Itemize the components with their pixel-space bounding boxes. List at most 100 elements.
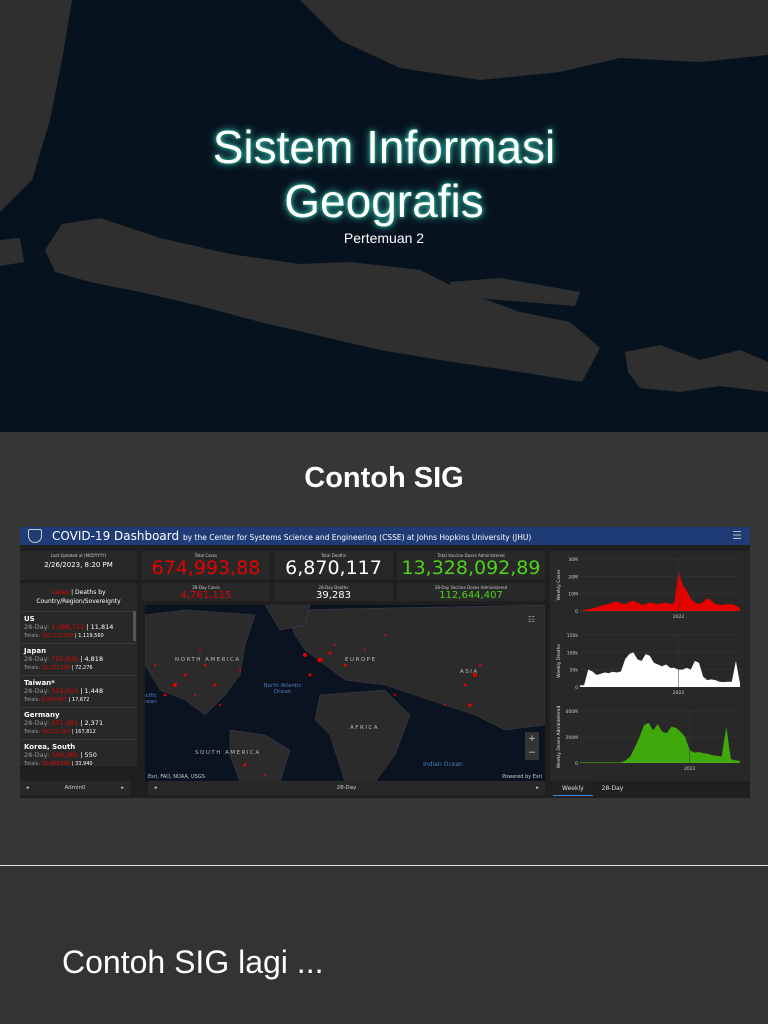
area-series[interactable] bbox=[580, 571, 740, 611]
dashboard-byline: by the Center for Systems Science and En… bbox=[182, 533, 532, 542]
last-updated-label: Last Updated at (M/D/YYYY) bbox=[50, 553, 107, 558]
case-dot[interactable] bbox=[334, 644, 336, 646]
cases-total: 30,489,666 bbox=[41, 761, 71, 766]
charts-panel: 0 10M 20M 30M 2022 Weekly Cases 0 50k 100k 150k 20… bbox=[550, 551, 750, 781]
zoom-out-icon[interactable]: − bbox=[525, 746, 539, 760]
case-dot[interactable] bbox=[173, 683, 177, 687]
case-dot[interactable] bbox=[264, 774, 266, 776]
case-dot[interactable] bbox=[308, 673, 312, 677]
prev-arrow-icon[interactable]: ◂ bbox=[26, 781, 29, 795]
list-item[interactable]: Japan 28-Day: 752,935 | 4,818 Totals: 33,2… bbox=[20, 643, 137, 675]
cases-total: 103,372,978 bbox=[41, 633, 74, 639]
label-atlantic: North Atlantic Ocean bbox=[263, 683, 302, 695]
title-line-1: Sistem Informasi bbox=[212, 121, 556, 173]
case-dot[interactable] bbox=[364, 649, 366, 651]
next-arrow-icon[interactable]: ▸ bbox=[121, 781, 124, 795]
country-name: Germany bbox=[24, 711, 60, 719]
y-tick-label: 10M bbox=[568, 592, 578, 598]
case-dot[interactable] bbox=[463, 683, 467, 687]
slide-title: Sistem Informasi Geografis bbox=[0, 120, 768, 228]
left-nav-label: Admin0 bbox=[64, 785, 86, 791]
total-deaths-value: 6,870,117 bbox=[285, 557, 382, 579]
y-axis-label: Weekly Deaths bbox=[556, 644, 562, 678]
case-dot[interactable] bbox=[194, 694, 196, 696]
case-dot[interactable] bbox=[154, 664, 156, 666]
case-dot[interactable] bbox=[394, 694, 396, 696]
case-dot[interactable] bbox=[213, 683, 217, 687]
deaths-28-panel: 28-Day Deaths 39,283 bbox=[274, 583, 393, 601]
zoom-control[interactable]: + − bbox=[525, 732, 539, 760]
tab-weekly[interactable]: Weekly bbox=[553, 782, 593, 796]
legend-list-icon[interactable]: ☷ bbox=[528, 615, 535, 624]
cases-total: 38,111,063 bbox=[41, 729, 71, 735]
dashboard-title: COVID-19 Dashboard bbox=[52, 529, 180, 543]
deaths-28: 11,814 bbox=[90, 623, 114, 631]
label-asia: ASIA bbox=[460, 669, 479, 675]
case-dot[interactable] bbox=[243, 763, 247, 767]
last-updated-value: 2/26/2023, 8:20 PM bbox=[44, 561, 113, 569]
map-prev-arrow-icon[interactable]: ◂ bbox=[154, 781, 157, 795]
zoom-in-icon[interactable]: + bbox=[525, 732, 539, 746]
y-axis-label: Weekly Cases bbox=[556, 569, 562, 601]
dashboard-header: COVID-19 Dashboard by the Center for Sys… bbox=[20, 527, 750, 545]
country-name: Korea, South bbox=[24, 743, 76, 751]
case-dot[interactable] bbox=[163, 693, 167, 697]
list-item[interactable]: Germany 28-Day: 371,591 | 2,371 Totals: 38… bbox=[20, 707, 137, 739]
deaths-total: 167,812 bbox=[75, 729, 96, 735]
case-dot[interactable] bbox=[468, 703, 472, 707]
case-dot[interactable] bbox=[239, 669, 241, 671]
cases-28: 515,013 bbox=[51, 687, 79, 695]
map-next-arrow-icon[interactable]: ▸ bbox=[536, 781, 539, 795]
list-item[interactable]: US 28-Day: 1,098,712 | 11,814 Totals: 103,… bbox=[20, 611, 137, 643]
menu-icon[interactable]: ☰ bbox=[732, 527, 742, 545]
case-dot[interactable] bbox=[384, 634, 386, 636]
totals-label: Totals: bbox=[24, 665, 42, 671]
y-tick-label: 100k bbox=[567, 650, 579, 656]
deaths-28: 550 bbox=[84, 751, 97, 759]
total-vaccine-panel: Total Vaccine Doses Administered 13,328,… bbox=[397, 551, 545, 580]
x-tick-label: 2022 bbox=[673, 614, 685, 620]
y-axis-label: Weekly Doses Administered bbox=[556, 706, 562, 769]
case-dot[interactable] bbox=[444, 704, 446, 706]
day-label: 28-Day: bbox=[24, 655, 52, 663]
y-tick-label: 0 bbox=[575, 685, 578, 691]
list-item[interactable]: Korea, South 28-Day: 340,065 | 550 Totals:… bbox=[20, 739, 137, 766]
y-tick-label: 0 bbox=[575, 761, 578, 767]
list-scrollbar[interactable] bbox=[133, 611, 136, 641]
case-dot[interactable] bbox=[219, 704, 221, 706]
case-dot[interactable] bbox=[183, 673, 187, 677]
vaccine-28-label: 28-Day Vaccine Doses Administered bbox=[434, 585, 508, 590]
deaths-28: 4,818 bbox=[84, 655, 104, 663]
chart-tabs: Weekly 28-Day bbox=[553, 782, 632, 796]
day-label: 28-Day: bbox=[24, 687, 52, 695]
list-title-cases: Cases bbox=[51, 589, 70, 596]
y-tick-label: 0 bbox=[575, 609, 578, 615]
area-series[interactable] bbox=[580, 722, 740, 763]
country-name: Taiwan* bbox=[24, 679, 55, 687]
case-dot[interactable] bbox=[199, 649, 201, 651]
day-label: 28-Day: bbox=[24, 719, 52, 727]
cases-28-value: 4,761,115 bbox=[180, 590, 232, 601]
totals-label: Totals: bbox=[24, 697, 42, 703]
label-south-america: SOUTH AMERICA bbox=[195, 750, 261, 756]
borneo-land bbox=[300, 0, 768, 80]
list-item[interactable]: Taiwan* 28-Day: 515,013 | 1,448 Totals: 9,… bbox=[20, 675, 137, 707]
cases-total: 33,207,108 bbox=[41, 665, 71, 671]
case-dot[interactable] bbox=[328, 651, 332, 655]
deaths-28-label: 28-Day Deaths bbox=[318, 585, 349, 590]
world-map[interactable]: NORTH AMERICA SOUTH AMERICA EUROPE AFRIC… bbox=[145, 605, 545, 782]
south-america-shape bbox=[229, 729, 291, 782]
case-dot[interactable] bbox=[303, 653, 307, 657]
left-nav-bar: ◂ Admin0 ▸ bbox=[20, 781, 130, 795]
list-title-rest: | Deaths by Country/Region/Sovereignty bbox=[36, 589, 121, 605]
case-dot[interactable] bbox=[343, 663, 347, 667]
tab-28-day[interactable]: 28-Day bbox=[593, 782, 633, 795]
case-dot[interactable] bbox=[203, 663, 207, 667]
title-slide: Sistem Informasi Geografis Pertemuan 2 bbox=[0, 0, 768, 432]
case-dot[interactable] bbox=[478, 663, 482, 667]
country-name: Japan bbox=[24, 647, 47, 655]
case-dot[interactable] bbox=[317, 657, 323, 663]
cases-28-panel: 28-Day Cases 4,761,115 bbox=[142, 583, 270, 601]
covid-dashboard-screenshot: COVID-19 Dashboard by the Center for Sys… bbox=[20, 527, 750, 798]
last-updated-panel: Last Updated at (M/D/YYYY) 2/26/2023, 8:… bbox=[20, 551, 137, 580]
